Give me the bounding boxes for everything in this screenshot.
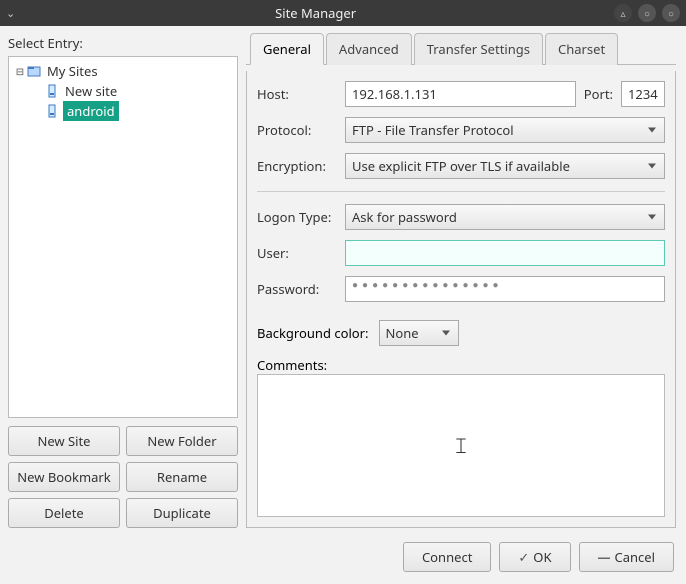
connect-button[interactable]: Connect [403, 542, 491, 572]
protocol-label: Protocol: [257, 121, 337, 139]
separator [257, 191, 665, 192]
server-icon [45, 84, 59, 98]
minimize-button[interactable]: ○ [638, 4, 656, 22]
duplicate-button[interactable]: Duplicate [126, 498, 238, 528]
site-tree[interactable]: ⊟ My Sites New site [8, 56, 238, 418]
folder-icon [27, 64, 41, 78]
collapse-icon[interactable]: ⊟ [13, 64, 27, 78]
server-icon [45, 104, 59, 118]
tab-general[interactable]: General [250, 33, 324, 65]
comments-textarea[interactable]: 𝙸 [257, 374, 665, 517]
window-title: Site Manager [23, 4, 608, 22]
comments-label: Comments: [257, 356, 665, 374]
check-icon: ✓ [518, 548, 529, 566]
protocol-select[interactable]: FTP - File Transfer Protocol [345, 117, 665, 143]
tab-transfer-settings[interactable]: Transfer Settings [414, 33, 543, 65]
new-site-button[interactable]: New Site [8, 426, 120, 456]
select-entry-label: Select Entry: [8, 34, 238, 52]
delete-button[interactable]: Delete [8, 498, 120, 528]
password-input[interactable]: ●●●●●●●●●●●●●●● [345, 276, 665, 302]
new-folder-button[interactable]: New Folder [126, 426, 238, 456]
root-label: My Sites [45, 61, 100, 81]
tree-item-selected[interactable]: android [9, 101, 237, 121]
port-input[interactable] [621, 81, 665, 107]
tab-panel-general: Host: Port: Protocol: FTP - File Transfe… [246, 71, 676, 528]
logon-type-select[interactable]: Ask for password [345, 204, 665, 230]
tab-bar: General Advanced Transfer Settings Chars… [246, 32, 676, 65]
shade-button[interactable]: ▵ [614, 4, 632, 22]
titlebar[interactable]: ⌄ Site Manager ▵ ○ ○ [0, 0, 686, 26]
logon-type-label: Logon Type: [257, 208, 337, 226]
close-window-button[interactable]: ○ [662, 4, 680, 22]
right-panel: General Advanced Transfer Settings Chars… [246, 32, 676, 528]
host-input[interactable] [345, 81, 576, 107]
text-cursor-icon: 𝙸 [453, 433, 469, 459]
background-color-select[interactable]: None [379, 320, 459, 346]
tree-item-label: New site [63, 81, 119, 101]
rename-button[interactable]: Rename [126, 462, 238, 492]
host-label: Host: [257, 85, 337, 103]
tree-item-label: android [63, 101, 119, 121]
password-label: Password: [257, 280, 337, 298]
ok-button[interactable]: ✓OK [499, 542, 570, 572]
tree-root[interactable]: ⊟ My Sites [9, 61, 237, 81]
cancel-button[interactable]: —Cancel [579, 542, 675, 572]
new-bookmark-button[interactable]: New Bookmark [8, 462, 120, 492]
dialog-footer: Connect ✓OK —Cancel [0, 532, 686, 584]
port-label: Port: [584, 85, 613, 103]
dash-icon: — [598, 548, 611, 566]
left-panel: Select Entry: ⊟ My Sites New site [8, 32, 238, 528]
background-color-label: Background color: [257, 324, 369, 342]
encryption-select[interactable]: Use explicit FTP over TLS if available [345, 153, 665, 179]
encryption-label: Encryption: [257, 157, 337, 175]
user-input[interactable] [345, 240, 665, 266]
app-menu-icon[interactable]: ⌄ [6, 6, 15, 21]
tab-charset[interactable]: Charset [545, 33, 618, 65]
site-manager-window: ⌄ Site Manager ▵ ○ ○ Select Entry: ⊟ My … [0, 0, 686, 584]
tree-item[interactable]: New site [9, 81, 237, 101]
user-label: User: [257, 244, 337, 262]
site-action-buttons: New Site New Folder New Bookmark Rename … [8, 426, 238, 528]
tab-advanced[interactable]: Advanced [326, 33, 412, 65]
